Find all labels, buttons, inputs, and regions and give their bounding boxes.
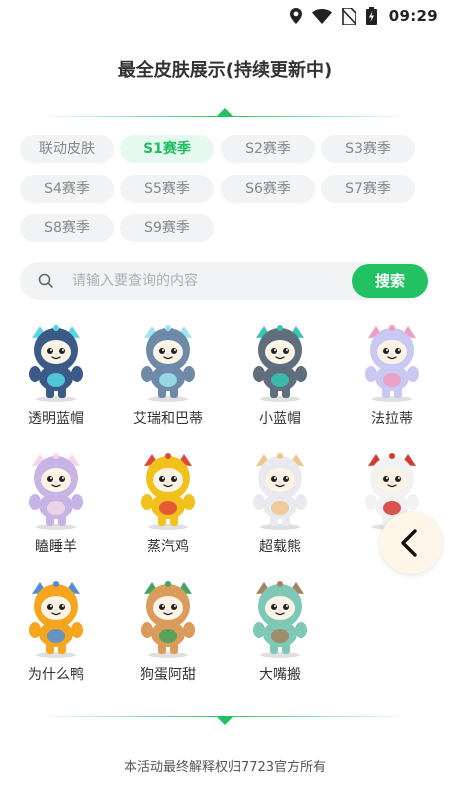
skin-name: 透明蓝帽 bbox=[28, 411, 84, 427]
skin-figure-icon bbox=[141, 581, 195, 658]
search-icon bbox=[38, 273, 53, 288]
skin-item[interactable]: 狗蛋阿甜 bbox=[112, 578, 224, 698]
filter-chip-s7[interactable]: S7赛季 bbox=[321, 175, 415, 203]
top-divider-arrow-icon bbox=[217, 108, 233, 116]
skin-figure-icon bbox=[253, 453, 307, 530]
filter-chip-s8[interactable]: S8赛季 bbox=[20, 214, 114, 242]
skin-name: 大嘴搬 bbox=[259, 667, 301, 683]
filter-chip-s3[interactable]: S3赛季 bbox=[321, 135, 415, 163]
skin-figure-icon bbox=[141, 453, 195, 530]
skin-item[interactable]: 艾瑞和巴蒂 bbox=[112, 322, 224, 442]
skin-item[interactable]: 法拉蒂 bbox=[336, 322, 448, 442]
skin-figure-icon bbox=[141, 325, 195, 402]
status-icons: 09:29 bbox=[289, 6, 438, 26]
search-bar: 搜索 bbox=[20, 262, 430, 300]
skin-figure-icon bbox=[29, 453, 83, 530]
skin-item[interactable]: 小蓝帽 bbox=[224, 322, 336, 442]
skin-name: 瞌睡羊 bbox=[35, 539, 77, 555]
skin-figure-icon bbox=[29, 581, 83, 658]
filter-chip-s6[interactable]: S6赛季 bbox=[221, 175, 315, 203]
skin-name: 狗蛋阿甜 bbox=[140, 667, 196, 683]
footer-text: 本活动最终解释权归7723官方所有 bbox=[123, 760, 327, 775]
chevron-left-icon bbox=[401, 529, 417, 557]
skin-name: 艾瑞和巴蒂 bbox=[133, 411, 203, 427]
skin-item[interactable]: 超载熊 bbox=[224, 450, 336, 570]
skin-item[interactable]: 为什么鸭 bbox=[0, 578, 112, 698]
skin-name: 超载熊 bbox=[259, 539, 301, 555]
skin-item[interactable]: 透明蓝帽 bbox=[0, 322, 112, 442]
location-icon bbox=[289, 8, 302, 24]
status-bar: 09:29 bbox=[0, 0, 450, 32]
skin-figure-icon bbox=[253, 325, 307, 402]
battery-charging-icon bbox=[365, 7, 377, 25]
top-divider bbox=[40, 116, 410, 117]
page-title: 最全皮肤展示(持续更新中) bbox=[117, 60, 333, 81]
filter-chip-linkage[interactable]: 联动皮肤 bbox=[20, 135, 114, 163]
skin-name: 法拉蒂 bbox=[371, 411, 413, 427]
back-button[interactable] bbox=[380, 512, 442, 574]
filter-chip-s9[interactable]: S9赛季 bbox=[120, 214, 214, 242]
filter-chip-s2[interactable]: S2赛季 bbox=[221, 135, 315, 163]
no-sim-icon bbox=[341, 7, 356, 25]
wifi-icon bbox=[311, 8, 332, 24]
skin-name: 为什么鸭 bbox=[28, 667, 84, 683]
skin-item[interactable]: 大嘴搬 bbox=[224, 578, 336, 698]
skin-figure-icon bbox=[29, 325, 83, 402]
skin-item[interactable]: 瞌睡羊 bbox=[0, 450, 112, 570]
skin-item[interactable]: 蒸汽鸡 bbox=[112, 450, 224, 570]
bottom-divider-arrow-icon bbox=[217, 717, 233, 725]
search-button[interactable]: 搜索 bbox=[352, 264, 428, 298]
skin-figure-icon bbox=[253, 581, 307, 658]
skin-name: 小蓝帽 bbox=[259, 411, 301, 427]
filter-chip-s1[interactable]: S1赛季 bbox=[120, 135, 214, 163]
filter-chip-s4[interactable]: S4赛季 bbox=[20, 175, 114, 203]
search-input[interactable] bbox=[72, 262, 342, 300]
skin-name: 蒸汽鸡 bbox=[147, 539, 189, 555]
filter-chip-s5[interactable]: S5赛季 bbox=[120, 175, 214, 203]
skin-figure-icon bbox=[365, 325, 419, 402]
status-time: 09:29 bbox=[388, 7, 438, 25]
